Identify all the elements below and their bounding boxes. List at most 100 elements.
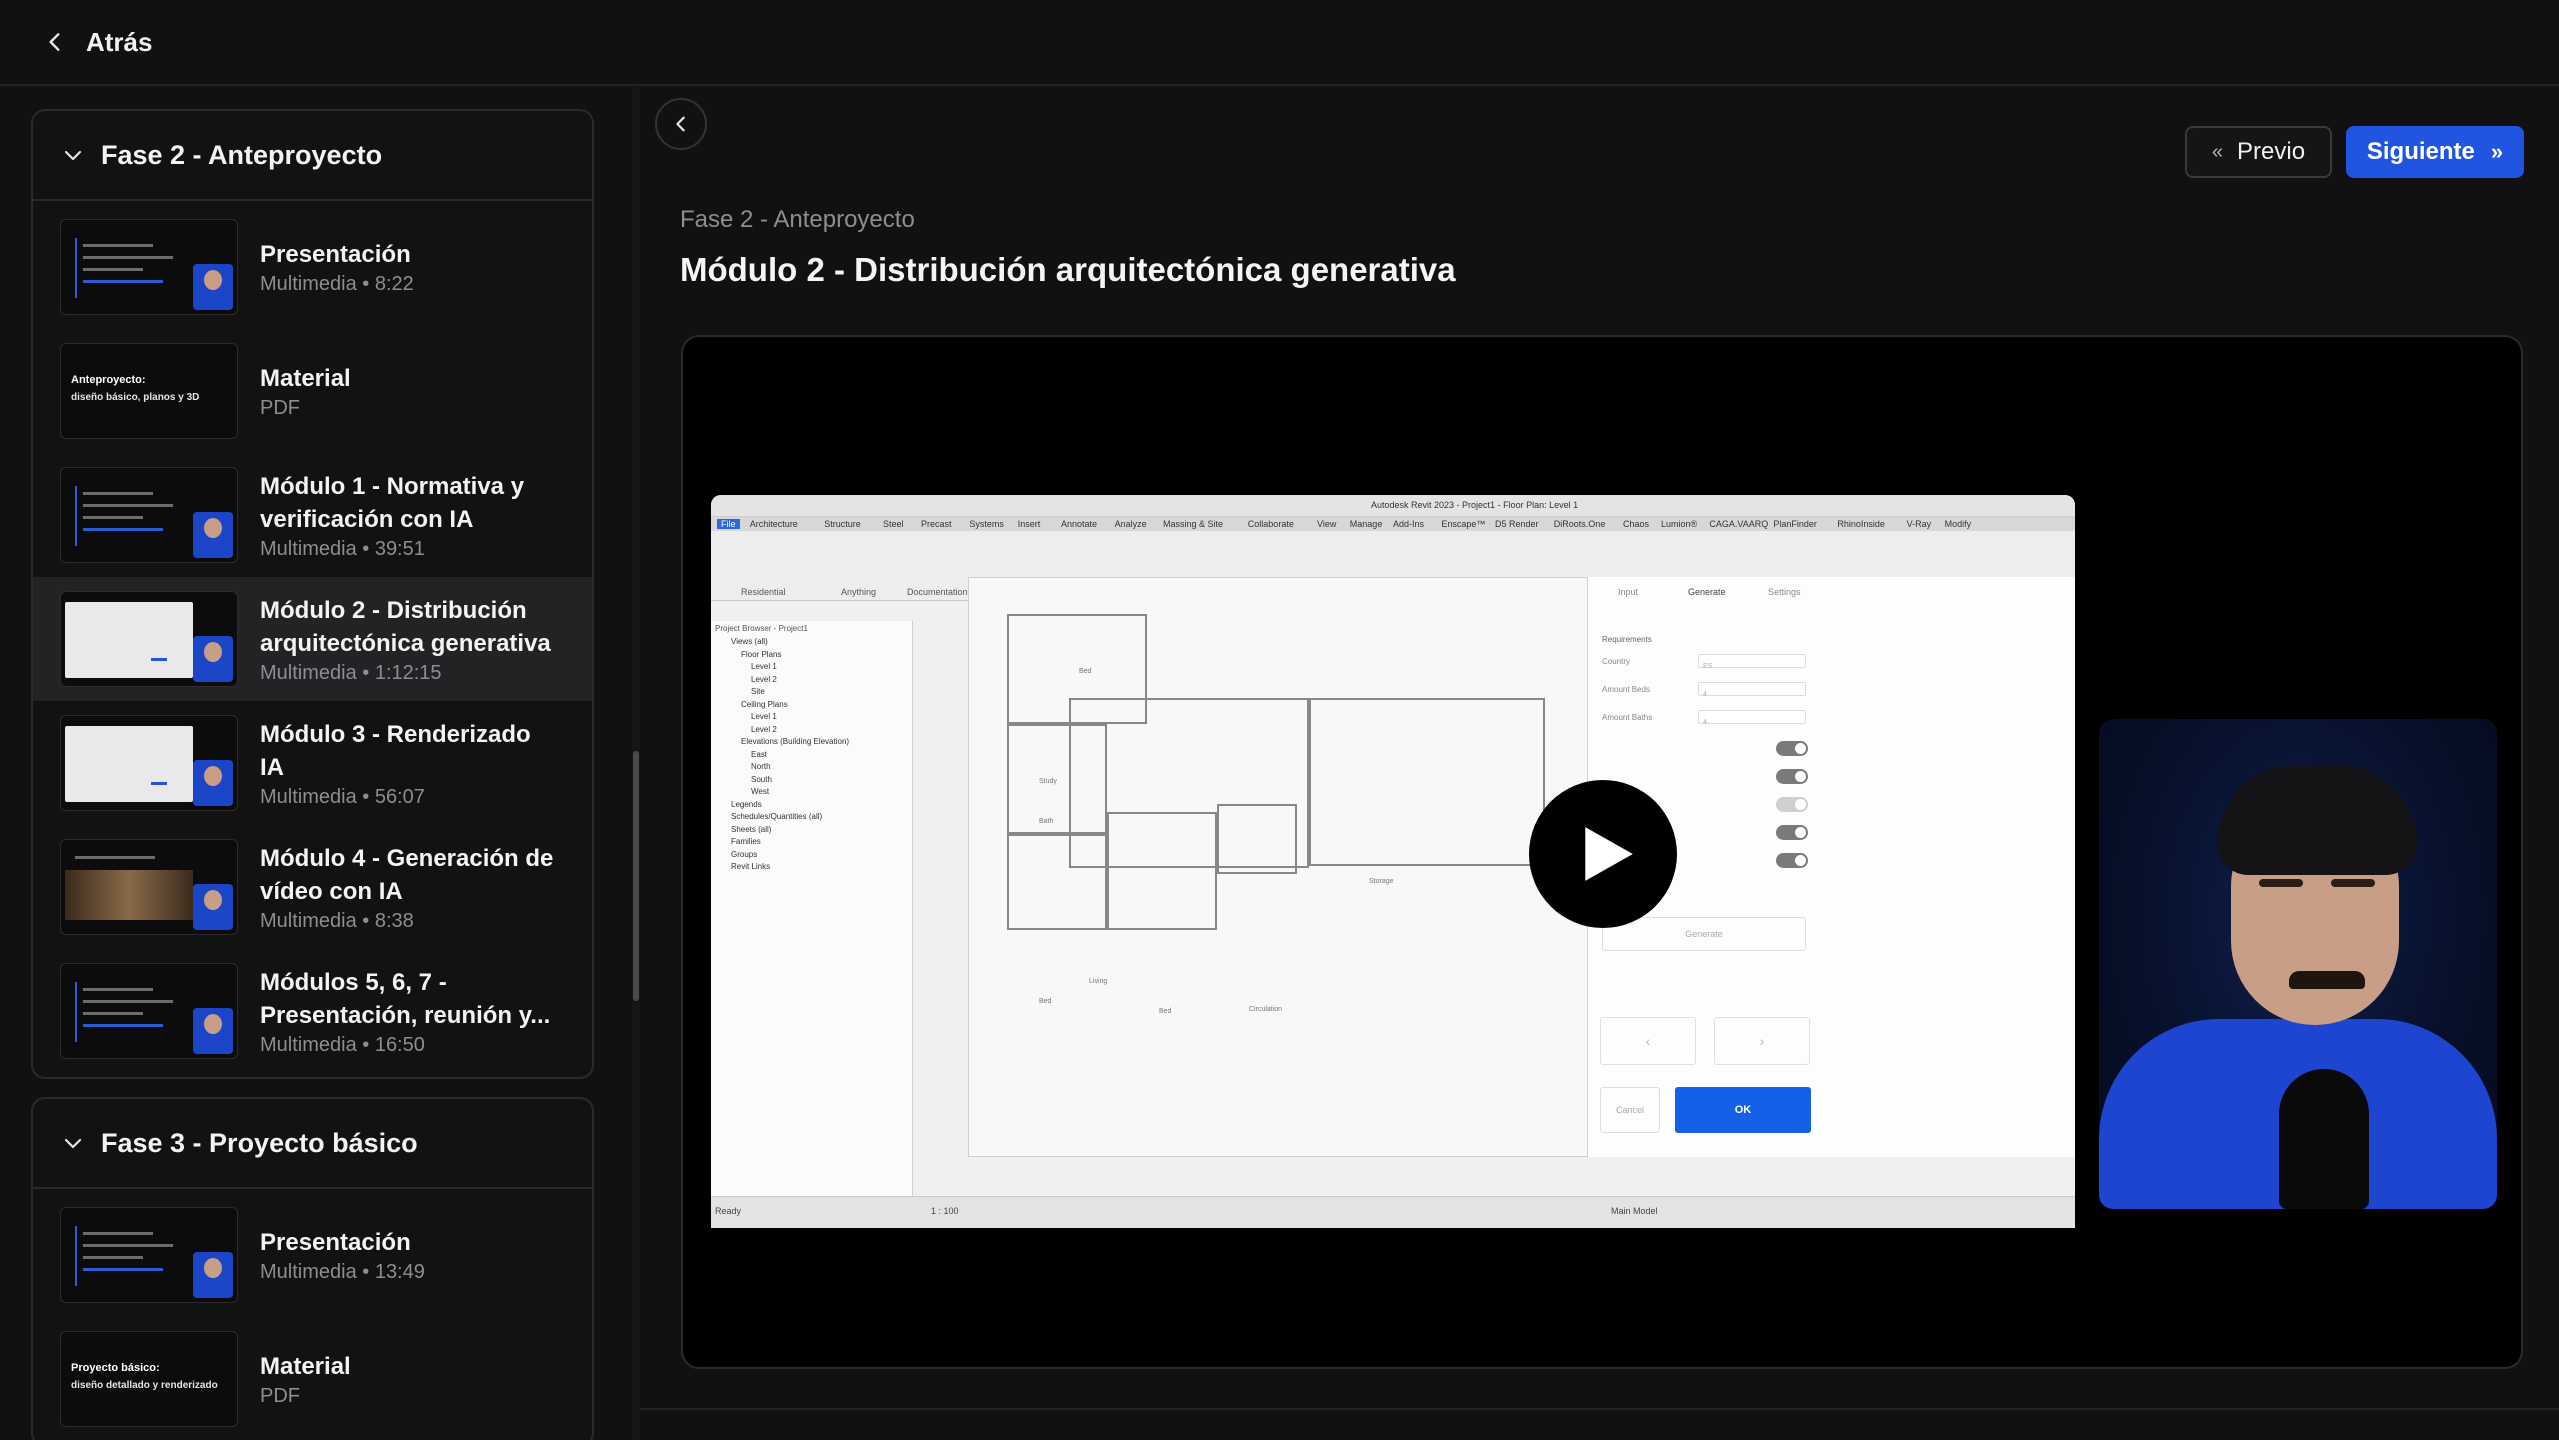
- toggle: [1776, 769, 1808, 784]
- status-text: Ready: [715, 1206, 742, 1216]
- chevron-left-icon: [676, 116, 685, 132]
- lesson-title: Módulo 1 - Normativa y verificación con …: [260, 472, 525, 533]
- lesson-item[interactable]: Módulo 2 - Distribución arquitectónica g…: [33, 577, 592, 701]
- lesson-title: Módulo 4 - Generación de vídeo con IA: [260, 844, 554, 905]
- breadcrumb: Fase 2 - Anteproyecto: [680, 206, 915, 233]
- lesson-text: Módulos 5, 6, 7 - Presentación, reunión …: [260, 966, 560, 1057]
- browser-tree-item: Revit Links: [731, 862, 771, 871]
- scrollbar-thumb[interactable]: [633, 751, 639, 1001]
- panel-field-label: Country: [1602, 657, 1631, 666]
- app-menu-item: D5 Render: [1495, 519, 1539, 529]
- browser-tree-item: Site: [751, 687, 765, 696]
- app-menu-item: Annotate: [1061, 519, 1098, 529]
- app-menu-item: Lumion®: [1661, 519, 1698, 529]
- lesson-thumbnail: [60, 715, 238, 811]
- room-label: Bed: [1159, 1008, 1172, 1015]
- video-player[interactable]: Autodesk Revit 2023 - Project1 - Floor P…: [681, 335, 2523, 1369]
- room-label: Living: [1089, 978, 1108, 985]
- lesson-title: Presentación: [260, 1229, 411, 1256]
- app-menu-item: File: [717, 519, 740, 529]
- previous-button[interactable]: « Previo: [2185, 126, 2332, 178]
- app-menu-item: Chaos: [1623, 519, 1650, 529]
- phase-title: Fase 2 - Anteproyecto: [101, 139, 383, 170]
- lesson-meta: PDF: [260, 397, 300, 419]
- lesson-text: Módulo 4 - Generación de vídeo con IA Mul…: [260, 842, 560, 933]
- floor-plan-room: [1007, 834, 1107, 930]
- sidebar-scrollbar[interactable]: [632, 87, 640, 1440]
- lesson-thumbnail: [60, 839, 238, 935]
- toggle: [1776, 853, 1808, 868]
- webcam-brow: [2331, 879, 2375, 887]
- app-menu-item: PlanFinder: [1773, 519, 1817, 529]
- browser-tree-item: Floor Plans: [741, 649, 782, 659]
- app-menu-item: Manage: [1349, 519, 1383, 529]
- app-menu-item: Collaborate: [1247, 519, 1294, 529]
- thumb-doc-title: Proyecto básico:: [71, 1362, 160, 1374]
- model-text: Main Model: [1611, 1206, 1658, 1216]
- panel-tab: Settings: [1768, 587, 1801, 597]
- cancel-button: Cancel: [1600, 1087, 1660, 1133]
- panel-input-value: ES: [1703, 663, 1713, 670]
- toolbar-group-label: Anything: [841, 587, 877, 597]
- lesson-meta: Multimedia • 1:12:15: [260, 661, 442, 684]
- app-menu-item: Analyze: [1114, 519, 1147, 529]
- lesson-item[interactable]: Presentación Multimedia • 13:49: [33, 1193, 592, 1317]
- phase-header[interactable]: Fase 2 - Anteproyecto: [33, 111, 592, 201]
- lesson-item[interactable]: Módulo 3 - Renderizado IA Multimedia • 56…: [33, 701, 592, 825]
- lesson-item[interactable]: Módulos 5, 6, 7 - Presentación, reunión …: [33, 949, 592, 1073]
- browser-tree-item: East: [751, 749, 768, 759]
- lesson-item[interactable]: Anteproyecto: diseño básico, planos y 3D M…: [33, 329, 592, 453]
- collapse-sidebar-button[interactable]: [655, 98, 707, 150]
- app-menu-item: Precast: [921, 519, 952, 529]
- floor-plan-room: [1107, 812, 1217, 930]
- top-bar: Atrás: [0, 0, 2559, 86]
- presenter-webcam: [2099, 719, 2497, 1209]
- project-browser: Project Browser - Project1 Views (all) Fl…: [711, 621, 913, 1196]
- lesson-meta: Multimedia • 8:22: [260, 273, 414, 295]
- lesson-thumbnail: [60, 591, 238, 687]
- lesson-item[interactable]: Módulo 4 - Generación de vídeo con IA Mul…: [33, 825, 592, 949]
- lesson-title: Material: [260, 365, 351, 392]
- chevron-left-icon: [49, 33, 60, 51]
- lesson-meta: PDF: [260, 1385, 300, 1407]
- floor-plan-canvas: Bed Study Bath Living Bed Bed Circulation Stora…: [968, 577, 1588, 1157]
- lesson-thumbnail: Proyecto básico: diseño detallado y rende…: [60, 1331, 238, 1427]
- lesson-meta: Multimedia • 39:51: [260, 537, 425, 560]
- room-label: Bath: [1039, 818, 1054, 825]
- panel-tab: Input: [1618, 587, 1639, 597]
- back-button[interactable]: Atrás: [44, 27, 152, 58]
- double-chevron-left-icon: «: [2211, 140, 2224, 163]
- app-menu-item: Steel: [883, 519, 904, 529]
- browser-tree-item: Families: [731, 837, 761, 846]
- lesson-title: Módulo 2 - Distribución arquitectónica g…: [260, 596, 551, 657]
- app-menu-item: Insert: [1017, 519, 1041, 529]
- panel-field-label: Amount Baths: [1602, 713, 1653, 722]
- lesson-meta: Multimedia • 56:07: [260, 785, 425, 808]
- browser-tree-item: Elevations (Building Elevation): [741, 737, 850, 746]
- browser-tree-item: Level 2: [751, 674, 777, 684]
- lesson-item[interactable]: Proyecto básico: diseño detallado y rende…: [33, 1317, 592, 1440]
- play-button[interactable]: [1529, 780, 1677, 928]
- room-label: Circulation: [1249, 1006, 1283, 1013]
- lesson-title: Material: [260, 1353, 351, 1380]
- lesson-item[interactable]: Presentación Multimedia • 8:22: [33, 205, 592, 329]
- microphone-icon: [2279, 1069, 2369, 1209]
- phase-header[interactable]: Fase 3 - Proyecto básico: [33, 1099, 592, 1189]
- thumb-doc-subtitle: diseño detallado y renderizado: [71, 1380, 218, 1391]
- panel-field-label: Amount Beds: [1602, 685, 1651, 694]
- app-menu-item: DiRoots.One: [1553, 519, 1606, 529]
- phase-card: Fase 3 - Proyecto básico Presentación Mult…: [31, 1097, 594, 1440]
- browser-title: Project Browser - Project1: [715, 624, 808, 633]
- next-button[interactable]: Siguiente »: [2346, 126, 2524, 178]
- floor-plan-room: [1217, 804, 1297, 874]
- browser-tree-item: Groups: [731, 849, 758, 859]
- room-label: Bed: [1039, 998, 1052, 1005]
- panel-input-value: 4: [1703, 719, 1707, 726]
- video-screen-capture: Autodesk Revit 2023 - Project1 - Floor P…: [711, 495, 2075, 1228]
- phase-card: Fase 2 - Anteproyecto Presentación Multime…: [31, 109, 594, 1079]
- lesson-text: Módulo 3 - Renderizado IA Multimedia • 56…: [260, 718, 560, 809]
- browser-tree-item: Level 2: [751, 724, 777, 734]
- panel-input: ES: [1698, 654, 1806, 670]
- page-title: Módulo 2 - Distribución arquitectónica g…: [680, 251, 1456, 288]
- lesson-item[interactable]: Módulo 1 - Normativa y verificación con …: [33, 453, 592, 577]
